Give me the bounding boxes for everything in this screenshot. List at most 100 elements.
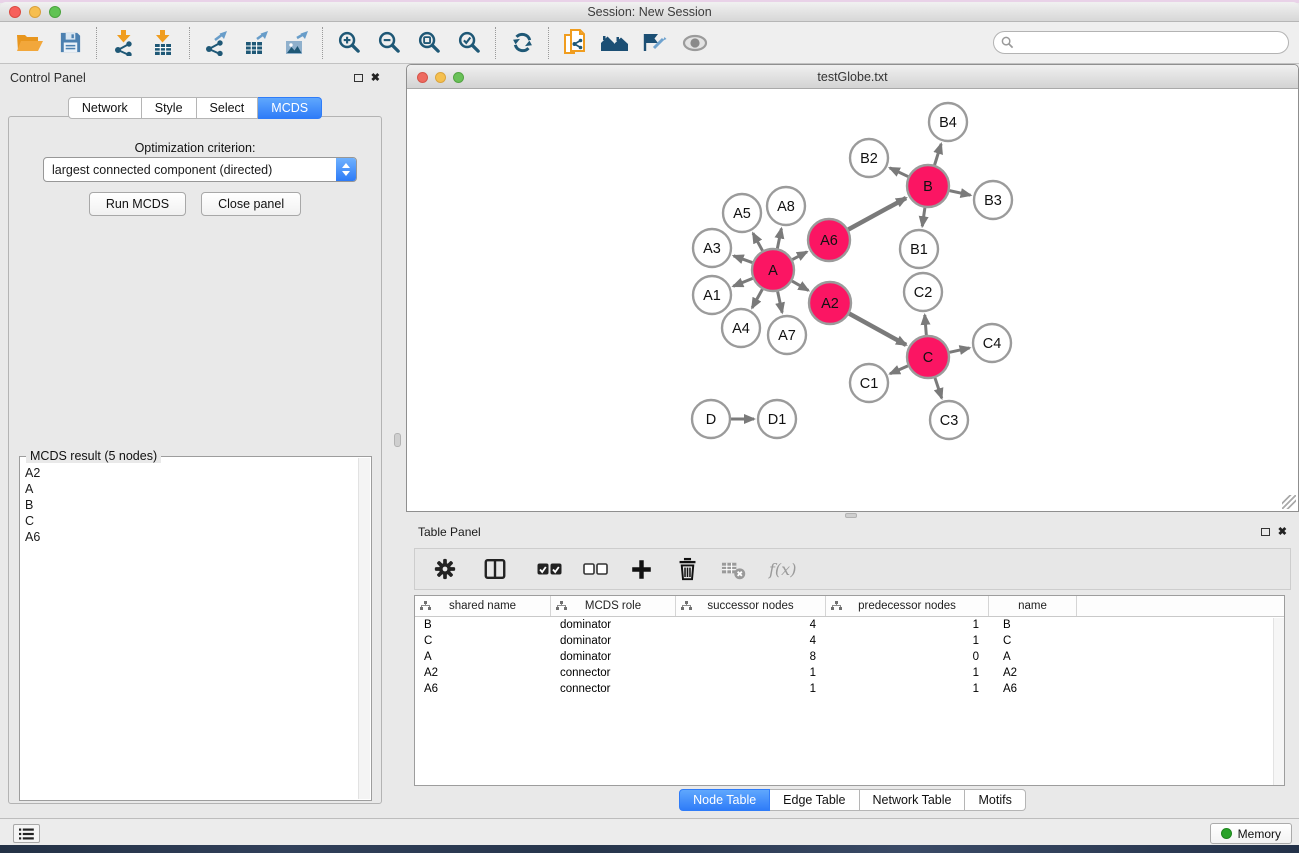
network-canvas[interactable]: B4B2BB3A8A5A6A3B1AC2A1A2A4A7C4CC1DD1C3 <box>407 89 1298 511</box>
column-header[interactable]: predecessor nodes <box>826 596 989 616</box>
export-table-button[interactable] <box>236 25 276 61</box>
minimize-frame-button[interactable] <box>435 72 446 83</box>
table-scrollbar[interactable] <box>1273 618 1284 785</box>
search-input[interactable] <box>993 31 1289 54</box>
add-column-button[interactable] <box>625 553 657 585</box>
zoom-window-button[interactable] <box>49 6 61 18</box>
float-panel-icon[interactable] <box>354 74 363 82</box>
import-network-button[interactable] <box>103 25 143 61</box>
vertical-splitter[interactable] <box>390 64 406 818</box>
table-row[interactable]: Adominator80A <box>415 649 1284 665</box>
edge-A-A2[interactable] <box>792 281 808 290</box>
column-header[interactable]: MCDS role <box>551 596 676 616</box>
result-list-item[interactable]: A2 <box>23 465 357 481</box>
close-panel-icon[interactable]: ✖ <box>371 73 380 84</box>
edge-C-C1[interactable] <box>890 366 908 374</box>
table-cell: 1 <box>826 667 989 679</box>
edge-A6-B[interactable] <box>848 198 906 229</box>
result-list-item[interactable]: C <box>23 513 357 529</box>
table-row[interactable]: Cdominator41C <box>415 633 1284 649</box>
tab-motifs[interactable]: Motifs <box>965 789 1025 811</box>
column-header[interactable]: successor nodes <box>676 596 826 616</box>
select-all-button[interactable] <box>533 553 565 585</box>
import-table-button[interactable] <box>143 25 183 61</box>
open-session-button[interactable] <box>10 25 50 61</box>
close-frame-button[interactable] <box>417 72 428 83</box>
edge-A-A7[interactable] <box>778 292 783 313</box>
export-network-icon <box>203 30 230 56</box>
edge-A-A1[interactable] <box>733 278 752 286</box>
zoom-in-button[interactable] <box>329 25 369 61</box>
edge-C-C3[interactable] <box>935 378 942 398</box>
mcds-result-list[interactable]: A2ABCA6 <box>23 465 357 798</box>
tab-node-table[interactable]: Node Table <box>679 789 770 811</box>
horizontal-splitter[interactable] <box>406 512 1299 519</box>
zoom-out-button[interactable] <box>369 25 409 61</box>
edge-C-C2[interactable] <box>925 315 927 335</box>
resize-grip-icon[interactable] <box>1282 495 1296 509</box>
deselect-all-button[interactable] <box>579 553 611 585</box>
edge-A-A3[interactable] <box>734 256 753 263</box>
deselect-all-icon <box>583 562 608 576</box>
table-cell: connector <box>551 667 676 679</box>
column-header-label: predecessor nodes <box>858 600 956 612</box>
function-builder-button[interactable]: f(x) <box>769 560 796 579</box>
tab-network[interactable]: Network <box>68 97 142 119</box>
export-network-button[interactable] <box>196 25 236 61</box>
criterion-select[interactable]: largest connected component (directed) <box>43 157 357 182</box>
delete-column-button[interactable] <box>671 553 703 585</box>
hierarchy-icon <box>831 601 842 611</box>
result-list-item[interactable]: A6 <box>23 529 357 545</box>
close-panel-button[interactable]: Close panel <box>201 192 301 216</box>
edge-B-B4[interactable] <box>935 144 942 165</box>
minimize-window-button[interactable] <box>29 6 41 18</box>
tab-mcds[interactable]: MCDS <box>258 97 322 119</box>
table-row[interactable]: A2connector11A2 <box>415 665 1284 681</box>
tab-network-table[interactable]: Network Table <box>860 789 966 811</box>
column-header[interactable]: shared name <box>415 596 551 616</box>
task-history-button[interactable] <box>13 824 40 843</box>
annotation-button[interactable] <box>635 25 675 61</box>
tab-style[interactable]: Style <box>142 97 197 119</box>
close-window-button[interactable] <box>9 6 21 18</box>
edge-B-B1[interactable] <box>922 208 925 226</box>
zoom-selected-button[interactable] <box>449 25 489 61</box>
zoom-fit-button[interactable] <box>409 25 449 61</box>
edge-A-A4[interactable] <box>752 289 762 308</box>
hide-graphics-button[interactable] <box>675 25 715 61</box>
table-row[interactable]: A6connector11A6 <box>415 681 1284 697</box>
edge-B-B3[interactable] <box>950 191 971 196</box>
refresh-view-button[interactable] <box>502 25 542 61</box>
run-mcds-button[interactable]: Run MCDS <box>89 192 186 216</box>
edge-A-A6[interactable] <box>792 252 807 260</box>
edge-B-B2[interactable] <box>890 168 908 177</box>
edge-A2-C[interactable] <box>849 314 906 345</box>
edge-A-A8[interactable] <box>777 229 781 249</box>
table-settings-button[interactable] <box>429 553 461 585</box>
zoom-frame-button[interactable] <box>453 72 464 83</box>
network-window-titlebar[interactable]: testGlobe.txt <box>407 65 1298 89</box>
mcds-result-title: MCDS result (5 nodes) <box>26 449 161 463</box>
duplicate-network-button[interactable] <box>555 25 595 61</box>
result-list-item[interactable]: B <box>23 497 357 513</box>
edge-A-A5[interactable] <box>753 233 763 250</box>
result-list-scrollbar[interactable] <box>358 458 370 799</box>
result-list-item[interactable]: A <box>23 481 357 497</box>
destroy-table-button[interactable] <box>717 553 749 585</box>
split-view-button[interactable] <box>479 553 511 585</box>
column-header[interactable]: name <box>989 596 1077 616</box>
node-label-C4: C4 <box>983 336 1002 352</box>
splitter-handle[interactable] <box>394 433 401 447</box>
memory-button[interactable]: Memory <box>1210 823 1292 844</box>
splitter-handle[interactable] <box>845 513 857 518</box>
export-image-button[interactable] <box>276 25 316 61</box>
edge-C-C4[interactable] <box>949 348 969 352</box>
float-panel-icon[interactable] <box>1261 528 1270 536</box>
home-button[interactable] <box>595 25 635 61</box>
table-row[interactable]: Bdominator41B <box>415 617 1284 633</box>
close-panel-icon[interactable]: ✖ <box>1278 527 1287 538</box>
tab-select[interactable]: Select <box>197 97 259 119</box>
save-session-button[interactable] <box>50 25 90 61</box>
zoom-fit-icon <box>417 30 442 55</box>
tab-edge-table[interactable]: Edge Table <box>770 789 859 811</box>
